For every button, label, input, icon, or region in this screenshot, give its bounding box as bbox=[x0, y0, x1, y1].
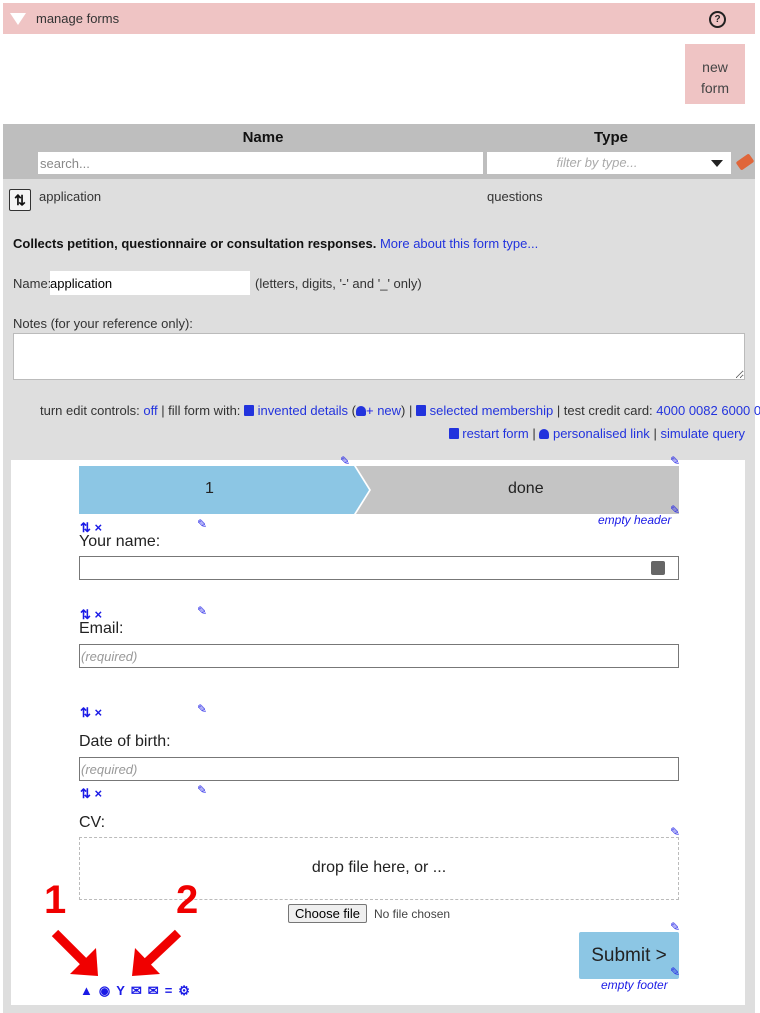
annotation-arrow-icon bbox=[132, 929, 182, 976]
search-input[interactable] bbox=[38, 152, 483, 174]
step-1[interactable] bbox=[79, 466, 369, 514]
id-card-icon bbox=[244, 405, 255, 416]
pencil-icon[interactable]: ✎ bbox=[670, 455, 682, 467]
chevron-down-icon bbox=[711, 160, 723, 167]
eye-icon[interactable]: ◉ bbox=[99, 983, 110, 999]
file-drop-zone[interactable]: drop file here, or ... bbox=[79, 837, 679, 900]
personalised-link[interactable]: personalised link bbox=[553, 426, 650, 441]
more-about-link[interactable]: More about this form type... bbox=[380, 236, 538, 251]
collapse-triangle-icon[interactable] bbox=[10, 13, 26, 25]
annotation-number: 2 bbox=[176, 878, 199, 922]
equals-icon[interactable]: = bbox=[165, 983, 173, 998]
envelope-icon[interactable]: ✉ bbox=[148, 983, 159, 999]
manage-forms-bar[interactable]: manage forms ? bbox=[3, 3, 755, 34]
submit-button[interactable]: Submit > bbox=[579, 932, 679, 979]
move-delete-controls[interactable]: ⇅ × bbox=[80, 786, 102, 802]
name-label: Name: bbox=[13, 276, 52, 291]
question-label: Email: bbox=[79, 620, 124, 637]
form-name-input[interactable] bbox=[50, 271, 250, 295]
envelope-icon[interactable]: ✉ bbox=[131, 983, 142, 999]
form-row-name[interactable]: application bbox=[39, 189, 101, 204]
test-card-number[interactable]: 4000 0082 6000 0000 bbox=[656, 403, 760, 418]
annotation-number: 1 bbox=[44, 878, 67, 922]
restart-icon bbox=[448, 428, 459, 439]
question-label: CV: bbox=[79, 814, 106, 831]
question-label: Your name: bbox=[79, 533, 161, 550]
date-of-birth-field[interactable] bbox=[79, 757, 679, 781]
eraser-icon[interactable] bbox=[735, 153, 755, 171]
empty-header-link[interactable]: empty header bbox=[598, 513, 671, 527]
edit-controls-off-link[interactable]: off bbox=[143, 403, 157, 418]
choose-file-button[interactable]: Choose file bbox=[288, 904, 368, 923]
annotation-arrow-icon bbox=[51, 929, 98, 976]
new-form-button[interactable]: new form bbox=[685, 44, 745, 104]
user-icon bbox=[539, 429, 550, 439]
no-file-text: No file chosen bbox=[374, 907, 451, 921]
new-details-link[interactable]: new bbox=[377, 403, 401, 418]
user-plus-icon bbox=[355, 406, 366, 416]
pencil-icon[interactable]: ✎ bbox=[340, 455, 352, 467]
sort-toggle-button[interactable]: ⇅ bbox=[9, 189, 31, 211]
form-toolbar: ▲ ◉ Y ✉ ✉ = ⚙ bbox=[80, 983, 196, 999]
empty-footer-link[interactable]: empty footer bbox=[601, 978, 668, 992]
description-text: Collects petition, questionnaire or cons… bbox=[13, 236, 377, 251]
form-row-type: questions bbox=[487, 189, 543, 204]
edit-controls-line: turn edit controls: off | fill form with… bbox=[40, 403, 760, 418]
form-type-description: Collects petition, questionnaire or cons… bbox=[13, 236, 538, 251]
manage-forms-title: manage forms bbox=[36, 11, 120, 26]
pencil-icon[interactable]: ✎ bbox=[670, 504, 682, 516]
notes-label: Notes (for your reference only): bbox=[13, 316, 193, 331]
move-delete-controls[interactable]: ⇅ × bbox=[80, 705, 102, 721]
pencil-icon[interactable]: ✎ bbox=[197, 703, 209, 715]
form-actions-line: restart form | personalised link | simul… bbox=[40, 426, 745, 441]
gear-icon[interactable]: ⚙ bbox=[178, 983, 190, 999]
pencil-icon[interactable]: ✎ bbox=[670, 966, 682, 978]
pencil-icon[interactable]: ✎ bbox=[197, 518, 209, 530]
forms-table-header: Name Type filter by type... bbox=[3, 124, 755, 179]
autofill-icon[interactable] bbox=[651, 561, 665, 575]
seedling-icon[interactable]: Y bbox=[116, 983, 125, 998]
step-done-label: done bbox=[508, 480, 544, 497]
selected-membership-link[interactable]: selected membership bbox=[430, 403, 554, 418]
help-icon[interactable]: ? bbox=[709, 11, 726, 28]
type-filter-select[interactable]: filter by type... bbox=[487, 152, 731, 174]
email-field[interactable] bbox=[79, 644, 679, 668]
type-filter-placeholder: filter by type... bbox=[556, 155, 638, 170]
pencil-icon[interactable]: ✎ bbox=[197, 784, 209, 796]
your-name-field[interactable] bbox=[79, 556, 679, 580]
question-label: Date of birth: bbox=[79, 733, 171, 750]
step-1-label: 1 bbox=[205, 480, 214, 497]
column-header-name[interactable]: Name bbox=[223, 129, 303, 146]
membership-card-icon bbox=[416, 405, 426, 416]
restart-form-link[interactable]: restart form bbox=[462, 426, 528, 441]
warning-icon[interactable]: ▲ bbox=[80, 983, 93, 998]
notes-textarea[interactable] bbox=[13, 333, 745, 380]
invented-details-link[interactable]: invented details bbox=[258, 403, 348, 418]
column-header-type[interactable]: Type bbox=[571, 129, 651, 146]
name-hint: (letters, digits, '-' and '_' only) bbox=[255, 276, 422, 291]
simulate-query-link[interactable]: simulate query bbox=[660, 426, 745, 441]
pencil-icon[interactable]: ✎ bbox=[197, 605, 209, 617]
